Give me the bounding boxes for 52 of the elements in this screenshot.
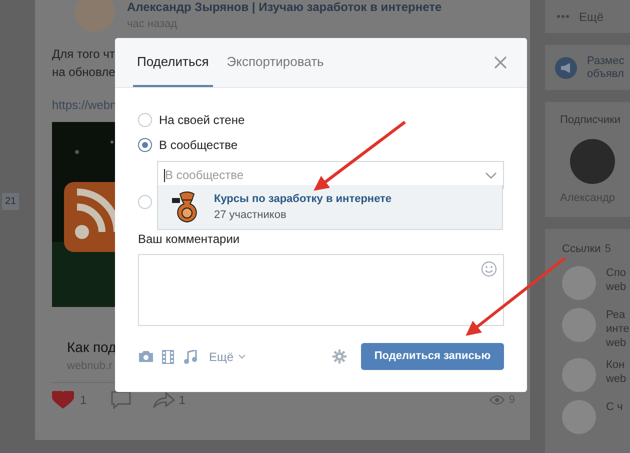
close-button[interactable] <box>494 56 507 69</box>
community-suggestion[interactable]: Курсы по заработку в интернете 27 участников <box>157 185 503 230</box>
link-thumbnail[interactable] <box>562 400 596 434</box>
settings-icon[interactable] <box>332 349 347 364</box>
chevron-icon <box>485 172 497 178</box>
link-thumbnail[interactable] <box>562 358 596 392</box>
radio-button[interactable] <box>138 194 152 208</box>
music-icon[interactable] <box>184 350 197 364</box>
link-title[interactable]: Как под <box>67 336 116 358</box>
link-text[interactable]: Спо <box>606 266 626 280</box>
link-text[interactable]: web <box>606 336 630 350</box>
links-title[interactable]: Ссылки <box>562 241 601 258</box>
link-text[interactable]: web <box>606 372 626 386</box>
radio-button[interactable] <box>138 138 152 152</box>
link-text[interactable]: инте <box>606 322 630 336</box>
megaphone-icon <box>555 56 577 78</box>
follower-avatar[interactable] <box>570 138 615 184</box>
share-icon[interactable] <box>152 392 175 408</box>
share-post-button[interactable]: Поделиться записью <box>361 343 504 370</box>
post-text: на обновле <box>52 64 116 80</box>
ad-text[interactable]: объявл <box>587 68 624 80</box>
radio-button[interactable] <box>138 112 152 126</box>
comment-label: Ваш комментарии <box>138 231 240 248</box>
link-thumbnail[interactable] <box>562 266 596 300</box>
caret-icon <box>238 354 246 359</box>
emoji-icon[interactable] <box>481 261 497 277</box>
dialog-tab[interactable]: Поделиться <box>133 38 213 87</box>
link-thumbnail[interactable] <box>562 308 596 342</box>
community-name[interactable]: Курсы по заработку в интернете <box>214 191 392 207</box>
ad-text[interactable]: Размес <box>587 54 624 68</box>
author-name[interactable]: Александр Зырянов | Изучаю заработок в интернете <box>127 0 442 16</box>
field-value: В сообществе <box>165 167 244 184</box>
comment-field[interactable] <box>138 254 504 326</box>
comment-icon[interactable] <box>110 391 131 409</box>
link-text[interactable]: Реа <box>606 308 630 322</box>
heart-icon[interactable] <box>52 391 74 409</box>
eye-icon <box>488 395 505 405</box>
camera-icon[interactable] <box>138 350 154 363</box>
dialog-tab[interactable]: Экспортировать <box>222 38 328 87</box>
more-attachments-button[interactable]: Ещё <box>209 348 246 366</box>
post-text: Для того чт <box>52 46 115 62</box>
link-text[interactable]: web <box>606 280 626 294</box>
counter-badge: 21 <box>2 193 20 210</box>
film-icon[interactable] <box>162 350 174 364</box>
radio-label[interactable]: В сообществе <box>159 136 238 154</box>
post-link[interactable]: https://webn <box>52 96 117 114</box>
followers-title[interactable]: Подписчики <box>560 112 630 128</box>
radio-label[interactable]: На своей стене <box>159 110 245 128</box>
link-text[interactable]: С ч <box>606 400 623 414</box>
dots-icon <box>557 15 569 18</box>
link-text[interactable]: Кон <box>606 358 626 372</box>
member-count: 27 участников <box>214 208 288 223</box>
